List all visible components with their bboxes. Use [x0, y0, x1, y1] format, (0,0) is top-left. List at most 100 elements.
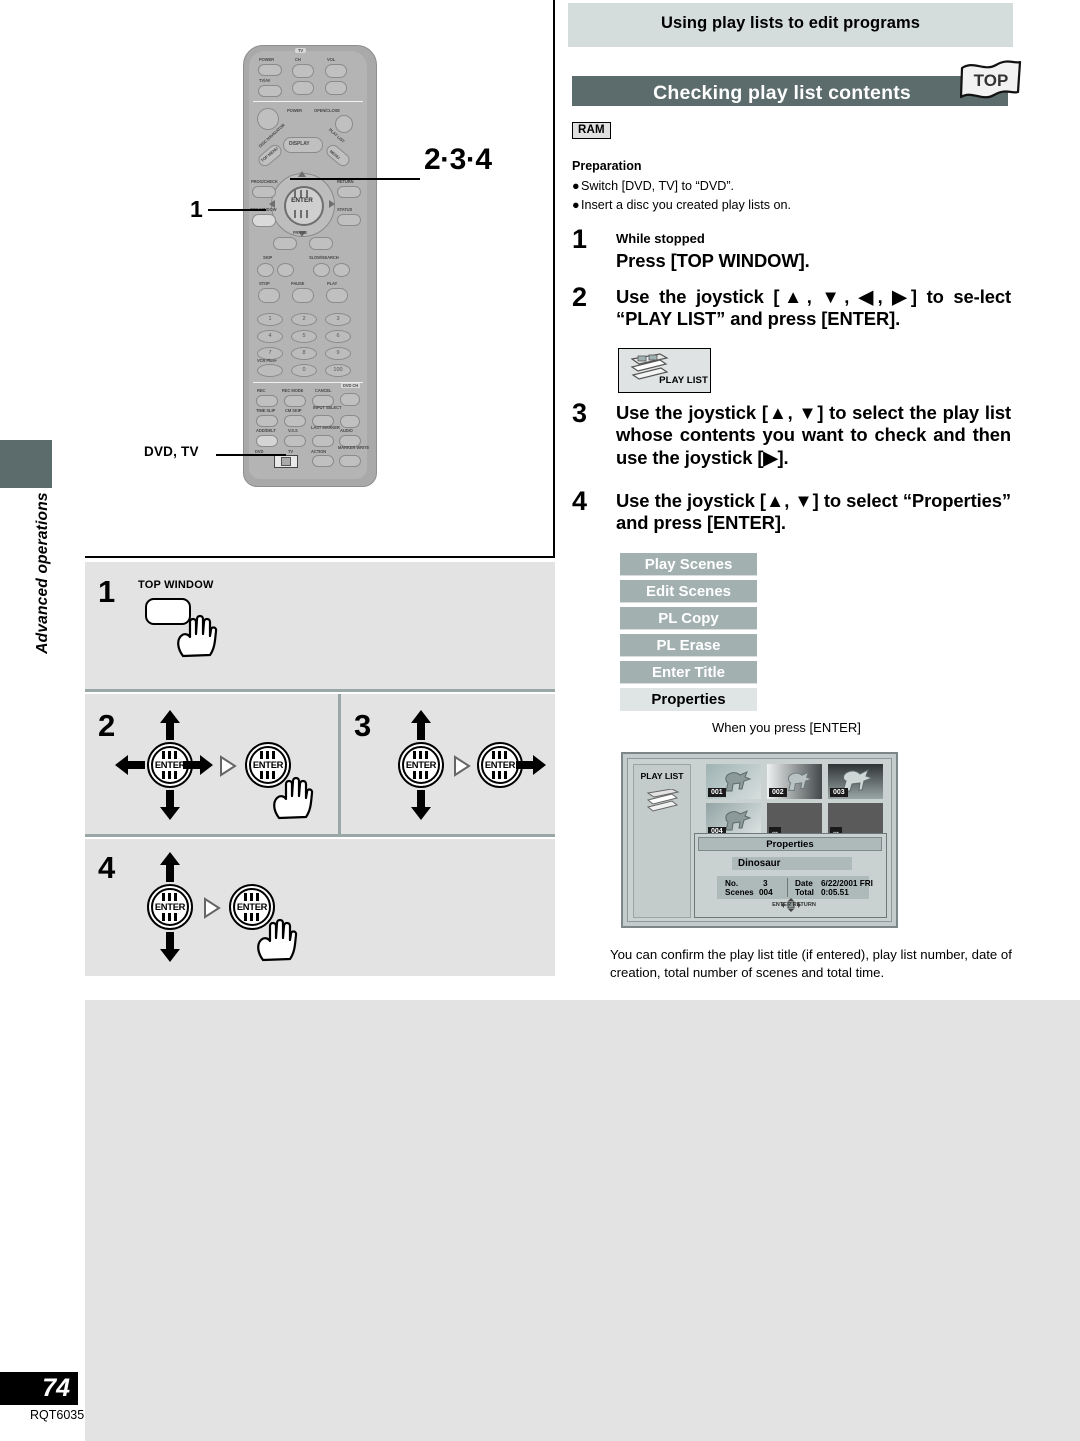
remote-button-vss [284, 435, 306, 447]
document-code: RQT6035 [30, 1408, 85, 1422]
remote-button-stop [258, 288, 280, 303]
remote-label-tv-ch: CH [295, 57, 301, 62]
callout-label-steps-234: 2·3·4 [424, 143, 492, 176]
remote-button-frame-fwd [309, 237, 333, 250]
remote-label-enter: ENTER [291, 197, 313, 204]
properties-field-total-label: Total [795, 888, 814, 897]
remote-label-time-slip: TIME SLIP [256, 408, 276, 413]
menu-item-enter-title[interactable]: Enter Title [620, 661, 757, 684]
tv-thumbnail-002[interactable]: 002 [767, 764, 822, 799]
properties-field-no-label: No. [725, 879, 739, 888]
properties-field-scenes-value: 004 [759, 888, 773, 897]
step-diagram-2: 2 ENTER ENTER [85, 694, 338, 834]
properties-dialog-fields: No. 3 Scenes 004 Date 6/22/2001 FRI Tota… [717, 876, 873, 899]
remote-label-frame: FRAME [293, 230, 308, 235]
tv-thumbnail-001[interactable]: 001 [706, 764, 761, 799]
arrow-down-icon-3 [411, 790, 431, 820]
instruction-step-2-number: 2 [572, 282, 588, 312]
properties-field-date-value: 6/22/2001 FRI [821, 879, 873, 888]
properties-field-date-label: Date [795, 879, 813, 888]
remote-key-1: 1 [257, 313, 283, 326]
enter-dial-graphic-3a: ENTER [398, 742, 444, 788]
play-list-icon-box [618, 348, 711, 393]
right-bottom-band [555, 1000, 1080, 1441]
when-press-enter-label: When you press [ENTER] [712, 720, 861, 735]
remote-button-marker-write [339, 455, 361, 467]
remote-key-4: 4 [257, 330, 283, 343]
arrow-down-icon-4 [160, 932, 180, 962]
remote-button-slow-fwd [333, 263, 350, 277]
instruction-step-2-text: Use the joystick [▲, ▼, ◀, ▶] to se-lect… [616, 286, 1011, 330]
tv-thumbnail-003-number: 003 [830, 788, 848, 797]
remote-key-6: 6 [325, 330, 351, 343]
step-diagram-1-button-label: TOP WINDOW [138, 579, 214, 591]
tv-playlist-sidebar [633, 764, 691, 918]
remote-button-tv-av [258, 85, 282, 97]
remote-label-prog-check: PROG/CHECK [251, 179, 278, 184]
tv-playlist-sidebar-label: PLAY LIST [640, 771, 684, 781]
menu-item-pl-erase[interactable]: PL Erase [620, 634, 757, 657]
page-number: 74 [42, 1374, 70, 1402]
remote-button-status [337, 214, 361, 226]
remote-label-tv-power: POWER [259, 57, 274, 62]
page-title: Checking play list contents [653, 82, 911, 104]
remote-button-dvd-ch-up [340, 393, 360, 406]
menu-item-edit-scenes[interactable]: Edit Scenes [620, 580, 757, 603]
arrow-up-icon-4 [160, 852, 180, 882]
remote-label-slow-search: SLOW/SEARCH [309, 255, 339, 260]
media-badge-ram: RAM [572, 122, 611, 139]
down-triangle-icon [681, 722, 701, 734]
remote-button-skip-back [257, 263, 274, 277]
menu-item-properties[interactable]: Properties [620, 688, 757, 711]
remote-key-8: 8 [291, 347, 317, 360]
remote-label-power: POWER [287, 108, 302, 113]
properties-field-scenes-label: Scenes [725, 888, 754, 897]
remote-key-5: 5 [291, 330, 317, 343]
remote-switch-dvd-tv [274, 455, 298, 468]
menu-item-pl-copy[interactable]: PL Copy [620, 607, 757, 630]
remote-button-open-close [335, 115, 353, 133]
step-diagram-1: 1 TOP WINDOW [85, 562, 555, 689]
remote-label-status: STATUS [337, 207, 353, 212]
properties-field-no-value: 3 [763, 879, 768, 888]
remote-label-cancel: CANCEL [315, 388, 332, 393]
arrow-up-icon-3 [411, 710, 431, 740]
enter-dial-label-2b: ENTER [252, 759, 284, 770]
remote-button-skip-fwd [277, 263, 294, 277]
tv-playlist-stack-icon [646, 789, 680, 812]
preparation-item-2-text: Insert a disc you created play lists on. [581, 198, 791, 212]
arrow-up-icon-2 [160, 710, 180, 740]
step-diagram-4-number: 4 [98, 850, 116, 885]
remote-key-9: 9 [325, 347, 351, 360]
arrow-down-icon-2 [160, 790, 180, 820]
top-flag-label: TOP [974, 71, 1009, 90]
remote-key-vcr-plus [257, 364, 283, 377]
remote-key-2: 2 [291, 313, 317, 326]
remote-label-stop: STOP [259, 281, 270, 286]
preparation-item-1: ●Switch [DVD, TV] to “DVD”. [572, 179, 734, 193]
menu-item-play-scenes[interactable]: Play Scenes [620, 553, 757, 576]
remote-label-play: PLAY [327, 281, 338, 286]
callout-line-dvd-tv [216, 454, 286, 456]
arrow-left-icon-2 [115, 755, 145, 775]
remote-label-tv-av: TV/AV [259, 78, 271, 83]
instruction-step-4-number: 4 [572, 486, 588, 516]
remote-button-tv-power [258, 64, 282, 76]
tv-thumbnail-003[interactable]: 003 [828, 764, 883, 799]
arrow-right-icon-3 [516, 755, 546, 775]
callout-label-dvd-tv: DVD, TV [144, 444, 199, 459]
sidebar-section-label: Advanced operations [34, 492, 51, 654]
remote-button-rec [256, 395, 278, 407]
remote-label-open-close: OPEN/CLOSE [314, 108, 340, 113]
top-flag-icon: TOP [959, 60, 1022, 99]
remote-label-tv-switch: TV [288, 449, 294, 454]
remote-button-add-delete [256, 435, 278, 447]
instruction-step-1-sub: While stopped [616, 231, 705, 246]
remote-button-cm-skip [284, 415, 306, 427]
step-diagram-4: 4 ENTER ENTER [85, 839, 555, 976]
enter-dial-graphic-4a: ENTER [147, 884, 193, 930]
page-caption: You can confirm the play list title (if … [610, 947, 1012, 981]
section-header-text: Using play lists to edit programs [660, 14, 921, 32]
properties-dialog-title: Dinosaur [732, 857, 852, 870]
remote-button-pause [292, 288, 314, 303]
